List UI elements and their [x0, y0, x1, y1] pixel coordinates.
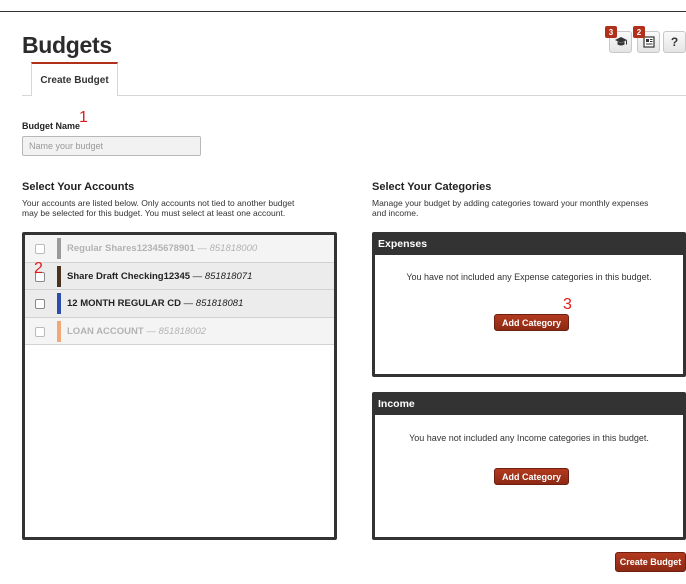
report-button[interactable]: 2	[633, 26, 660, 53]
expenses-panel: Expenses You have not included any Expen…	[372, 232, 686, 377]
account-label: Regular Shares12345678901 — 851818000	[67, 243, 257, 254]
expenses-empty-message: You have not included any Expense catego…	[406, 272, 652, 282]
top-rule	[0, 11, 686, 12]
annotation-1: 1	[79, 109, 88, 126]
expenses-body: You have not included any Expense catego…	[375, 255, 683, 374]
categories-description-line2: and income.	[372, 208, 419, 218]
account-color-swatch	[57, 320, 61, 342]
account-name: LOAN ACCOUNT	[67, 325, 144, 337]
accounts-description-line2: may be selected for this budget. You mus…	[22, 208, 286, 218]
income-panel: Income You have not included any Income …	[372, 392, 686, 540]
accounts-description-line1: Your accounts are listed below. Only acc…	[22, 198, 295, 208]
account-separator: —	[143, 325, 159, 337]
account-checkbox[interactable]	[35, 299, 45, 309]
account-row: Regular Shares12345678901 — 851818000	[25, 235, 334, 263]
tab-create-budget[interactable]: Create Budget	[31, 62, 118, 96]
add-expense-category-button[interactable]: Add Category	[494, 314, 570, 331]
budget-name-input[interactable]	[22, 136, 201, 156]
categories-title: Select Your Categories	[372, 181, 492, 193]
account-name: Regular Shares12345678901	[67, 243, 195, 254]
income-title: Income	[378, 398, 415, 410]
account-color-swatch	[57, 265, 61, 287]
report-badge: 2	[633, 26, 645, 38]
tab-strip	[22, 95, 686, 96]
categories-description-line1: Manage your budget by adding categories …	[372, 198, 649, 208]
account-label: 12 MONTH REGULAR CD — 851818081	[67, 298, 243, 309]
income-body: You have not included any Income categor…	[375, 415, 683, 537]
create-budget-button[interactable]: Create Budget	[615, 552, 686, 572]
account-label: LOAN ACCOUNT — 851818002	[67, 326, 206, 337]
account-separator: —	[181, 298, 196, 309]
account-row: 12 MONTH REGULAR CD — 851818081	[25, 290, 334, 318]
account-checkbox[interactable]	[35, 244, 45, 254]
expenses-title: Expenses	[378, 238, 428, 250]
account-number: 851818002	[158, 325, 207, 337]
page-title: Budgets	[22, 32, 112, 58]
account-number: 851818000	[209, 243, 258, 254]
help-button[interactable]: ?	[663, 31, 686, 53]
accounts-list: Regular Shares12345678901 — 851818000 Sh…	[22, 232, 337, 540]
annotation-2: 2	[34, 260, 43, 277]
account-checkbox[interactable]	[35, 326, 45, 337]
account-number: 851818081	[195, 298, 244, 309]
account-color-swatch	[57, 238, 61, 259]
account-number: 851818071	[204, 270, 253, 282]
add-income-category-button[interactable]: Add Category	[494, 468, 570, 485]
income-empty-message: You have not included any Income categor…	[409, 433, 649, 443]
account-color-swatch	[57, 293, 61, 314]
budget-name-label: Budget Name	[22, 121, 81, 131]
report-icon	[642, 36, 655, 48]
learning-badge: 3	[605, 26, 617, 38]
account-separator: —	[190, 270, 205, 282]
learning-button[interactable]: 3	[605, 26, 632, 53]
help-icon: ?	[670, 35, 679, 49]
account-row: LOAN ACCOUNT — 851818002	[25, 317, 334, 345]
account-separator: —	[194, 243, 210, 254]
annotation-3: 3	[563, 296, 572, 313]
account-name: 12 MONTH REGULAR CD	[67, 298, 182, 309]
accounts-title: Select Your Accounts	[22, 181, 135, 193]
account-name: Share Draft Checking12345	[67, 270, 191, 282]
account-row: Share Draft Checking12345 — 851818071	[25, 262, 334, 290]
account-label: Share Draft Checking12345 — 851818071	[67, 271, 252, 282]
